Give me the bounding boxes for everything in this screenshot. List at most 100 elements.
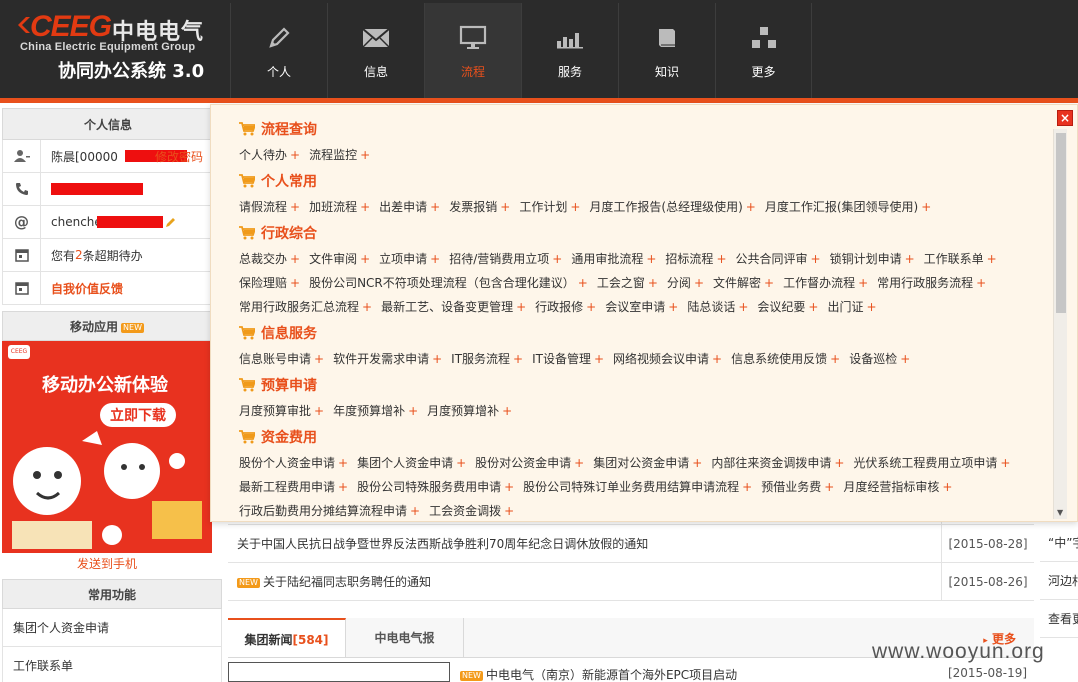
news-thumbnail[interactable] xyxy=(228,662,450,682)
add-favorite-icon[interactable]: + xyxy=(811,252,821,266)
process-link[interactable]: 出差申请 + xyxy=(379,195,440,219)
process-link[interactable]: IT设备管理 + xyxy=(532,347,604,371)
process-link[interactable]: 信息账号申请 + xyxy=(239,347,324,371)
self-value-feedback-link[interactable]: 自我价值反馈 xyxy=(51,280,123,297)
add-favorite-icon[interactable]: + xyxy=(338,480,348,494)
process-link[interactable]: 股份公司特殊订单业务费用结算申请流程 + xyxy=(523,475,752,499)
process-link[interactable]: 发票报销 + xyxy=(449,195,510,219)
right-item[interactable]: 查看更 xyxy=(1040,600,1078,638)
process-link[interactable]: 股份公司特殊服务费用申请 + xyxy=(357,475,514,499)
add-favorite-icon[interactable]: + xyxy=(578,276,588,290)
add-favorite-icon[interactable]: + xyxy=(738,300,748,314)
process-link[interactable]: 锁铜计划申请 + xyxy=(830,247,915,271)
process-link[interactable]: 会议纪要 + xyxy=(757,295,818,319)
add-favorite-icon[interactable]: + xyxy=(552,252,562,266)
process-link[interactable]: 行政报修 + xyxy=(535,295,596,319)
process-link[interactable]: 网络视频会议申请 + xyxy=(613,347,722,371)
nav-service[interactable]: 服务 xyxy=(521,3,618,98)
add-favorite-icon[interactable]: + xyxy=(504,504,514,518)
add-favorite-icon[interactable]: + xyxy=(921,200,931,214)
add-favorite-icon[interactable]: + xyxy=(668,300,678,314)
add-favorite-icon[interactable]: + xyxy=(290,276,300,290)
add-favorite-icon[interactable]: + xyxy=(290,200,300,214)
add-favorite-icon[interactable]: + xyxy=(290,148,300,162)
change-password-link[interactable]: 修改密码 xyxy=(155,148,203,165)
send-to-phone-link[interactable]: 发送到手机 xyxy=(2,553,212,575)
add-favorite-icon[interactable]: + xyxy=(570,200,580,214)
process-link[interactable]: 常用行政服务流程 + xyxy=(877,271,986,295)
add-favorite-icon[interactable]: + xyxy=(314,404,324,418)
add-favorite-icon[interactable]: + xyxy=(360,200,370,214)
process-link[interactable]: 月度预算增补 + xyxy=(427,399,512,423)
process-link[interactable]: 招标流程 + xyxy=(665,247,726,271)
add-favorite-icon[interactable]: + xyxy=(314,352,324,366)
add-favorite-icon[interactable]: + xyxy=(742,480,752,494)
process-link[interactable]: 陆总谈话 + xyxy=(687,295,748,319)
list-item[interactable]: NEW 关于陆纪福同志职务聘任的通知 [2015-08-26] xyxy=(228,563,1034,601)
nav-process[interactable]: 流程 xyxy=(424,3,521,98)
process-link[interactable]: 保险理赔 + xyxy=(239,271,300,295)
nav-info[interactable]: 信息 xyxy=(327,3,424,98)
add-favorite-icon[interactable]: + xyxy=(430,252,440,266)
process-link[interactable]: 最新工艺、设备变更管理 + xyxy=(381,295,526,319)
add-favorite-icon[interactable]: + xyxy=(987,252,997,266)
process-link[interactable]: 软件开发需求申请 + xyxy=(333,347,442,371)
process-link[interactable]: 工作督办流程 + xyxy=(783,271,868,295)
add-favorite-icon[interactable]: + xyxy=(942,480,952,494)
process-link[interactable]: 工会之窗 + xyxy=(597,271,658,295)
news-title[interactable]: 中电电气（南京）新能源首个海外EPC项目启动 xyxy=(486,668,737,682)
process-link[interactable]: IT服务流程 + xyxy=(451,347,523,371)
tab-ceeg-newspaper[interactable]: 中电电气报 xyxy=(346,618,464,657)
add-favorite-icon[interactable]: + xyxy=(858,276,868,290)
edit-icon[interactable] xyxy=(165,216,177,228)
add-favorite-icon[interactable]: + xyxy=(834,456,844,470)
right-item[interactable]: 河边村 xyxy=(1040,562,1078,600)
scrollbar-thumb[interactable] xyxy=(1056,133,1066,313)
add-favorite-icon[interactable]: + xyxy=(866,300,876,314)
right-item[interactable]: “中”字 xyxy=(1040,524,1078,562)
info-row-overdue[interactable]: 您有 2 条超期待办 xyxy=(2,239,214,272)
add-favorite-icon[interactable]: + xyxy=(338,456,348,470)
add-favorite-icon[interactable]: + xyxy=(360,252,370,266)
process-link[interactable]: 招待/营销费用立项 + xyxy=(449,247,562,271)
add-favorite-icon[interactable]: + xyxy=(586,300,596,314)
scrollbar[interactable]: ▼ xyxy=(1053,129,1067,519)
add-favorite-icon[interactable]: + xyxy=(432,352,442,366)
process-link[interactable]: 最新工程费用申请 + xyxy=(239,475,348,499)
process-link[interactable]: 会议室申请 + xyxy=(605,295,678,319)
scroll-down-icon[interactable]: ▼ xyxy=(1057,508,1063,517)
add-favorite-icon[interactable]: + xyxy=(516,300,526,314)
process-link[interactable]: 工作计划 + xyxy=(519,195,580,219)
process-link[interactable]: 文件审阅 + xyxy=(309,247,370,271)
add-favorite-icon[interactable]: + xyxy=(513,352,523,366)
common-item[interactable]: 工作联系单 xyxy=(2,647,222,682)
add-favorite-icon[interactable]: + xyxy=(830,352,840,366)
process-link[interactable]: 月度工作报告(总经理级使用) + xyxy=(589,195,755,219)
process-link[interactable]: 月度预算审批 + xyxy=(239,399,324,423)
notice-title[interactable]: 关于陆纪福同志职务聘任的通知 xyxy=(263,575,431,589)
add-favorite-icon[interactable]: + xyxy=(500,200,510,214)
process-link[interactable]: 工作联系单 + xyxy=(924,247,997,271)
add-favorite-icon[interactable]: + xyxy=(504,480,514,494)
add-favorite-icon[interactable]: + xyxy=(905,252,915,266)
add-favorite-icon[interactable]: + xyxy=(900,352,910,366)
notice-title[interactable]: 关于中国人民抗日战争暨世界反法西斯战争胜利70周年纪念日调休放假的通知 xyxy=(228,535,941,552)
add-favorite-icon[interactable]: + xyxy=(716,252,726,266)
process-link[interactable]: 请假流程 + xyxy=(239,195,300,219)
list-item[interactable]: NEW 中电电气（南京）新能源首个海外EPC项目启动 [2015-08-19] xyxy=(460,666,1034,682)
common-item[interactable]: 集团个人资金申请 xyxy=(2,609,222,647)
process-link[interactable]: 集团对公资金申请 + xyxy=(593,451,702,475)
process-link[interactable]: 文件解密 + xyxy=(713,271,774,295)
process-link[interactable]: 立项申请 + xyxy=(379,247,440,271)
process-link[interactable]: 个人待办 + xyxy=(239,143,300,167)
add-favorite-icon[interactable]: + xyxy=(594,352,604,366)
process-link[interactable]: 公共合同评审 + xyxy=(736,247,821,271)
process-link[interactable]: 加班流程 + xyxy=(309,195,370,219)
add-favorite-icon[interactable]: + xyxy=(360,148,370,162)
process-link[interactable]: 设备巡检 + xyxy=(849,347,910,371)
add-favorite-icon[interactable]: + xyxy=(824,480,834,494)
process-link[interactable]: 月度工作汇报(集团领导使用) + xyxy=(765,195,931,219)
process-link[interactable]: 工会资金调拨 + xyxy=(429,499,514,521)
mobile-download-banner[interactable]: CEEG 移动办公新体验 立即下载 xyxy=(2,341,212,553)
add-favorite-icon[interactable]: + xyxy=(362,300,372,314)
